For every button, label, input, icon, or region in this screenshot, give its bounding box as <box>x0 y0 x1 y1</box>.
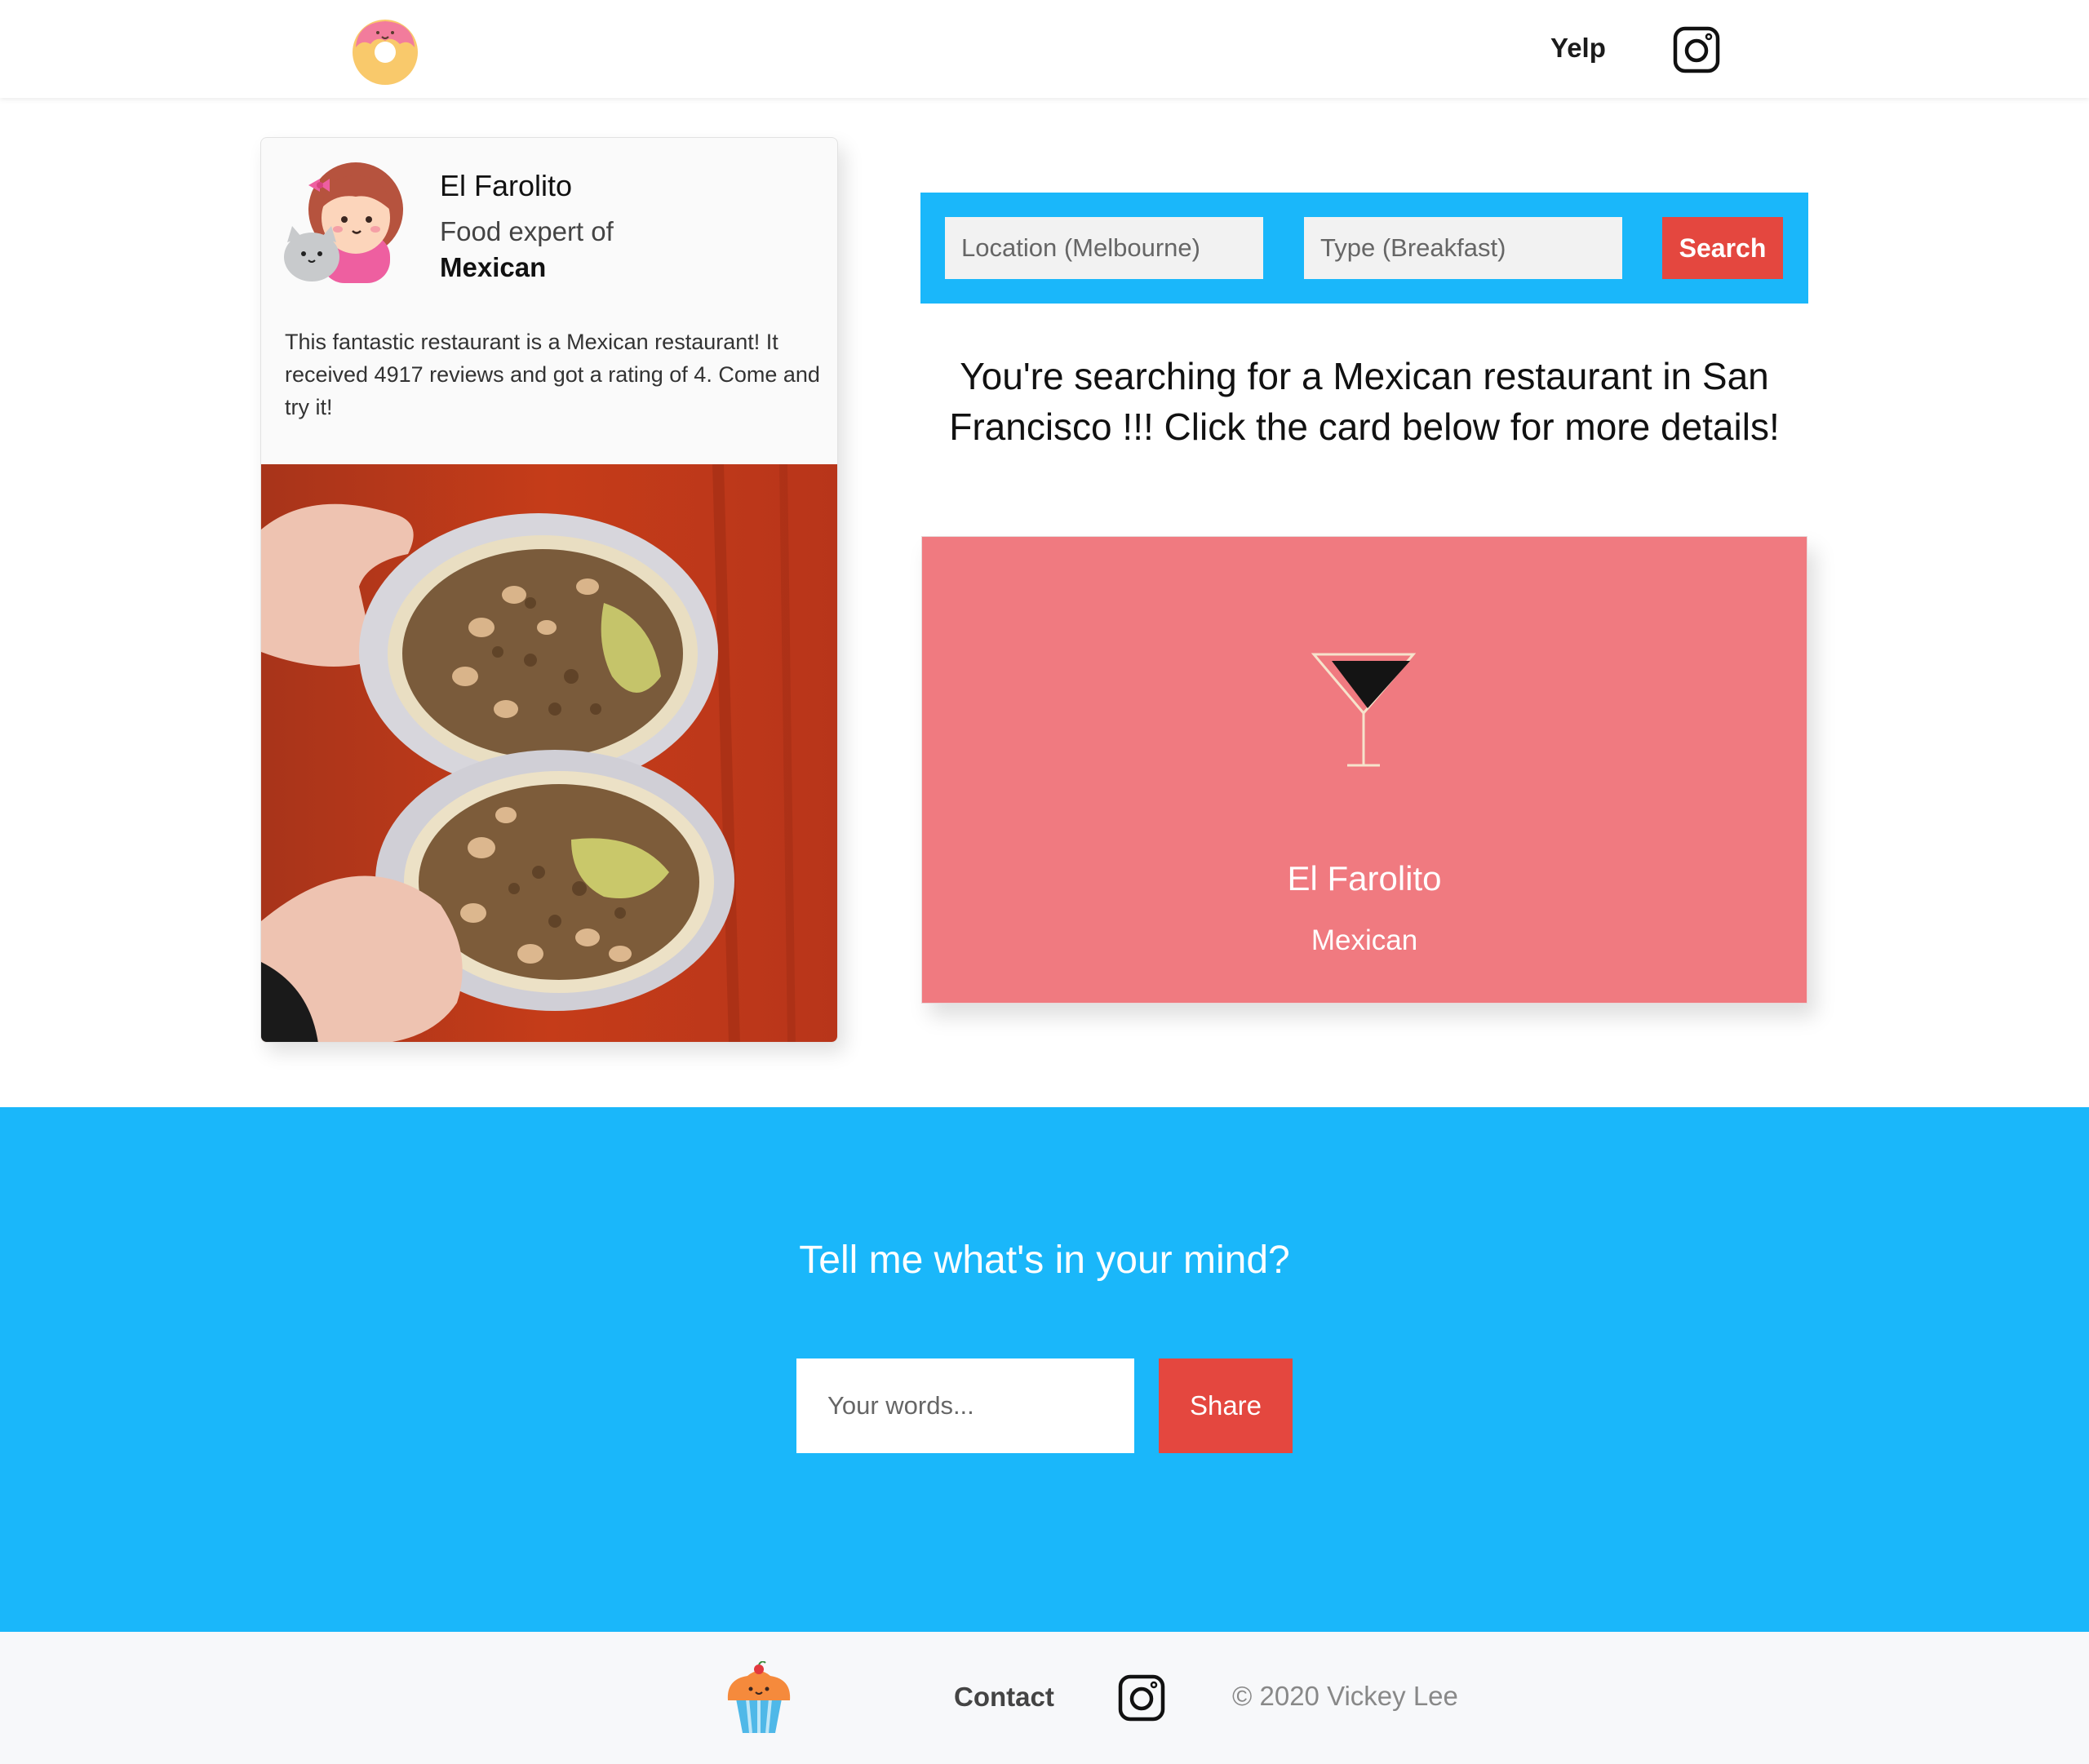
profile-card: El Farolito Food expert of Mexican This … <box>260 137 838 1043</box>
cupcake-icon[interactable] <box>723 1661 795 1735</box>
copyright-text: © 2020 Vickey Lee <box>1232 1681 1458 1711</box>
feedback-title: Tell me what's in your mind? <box>799 1239 1290 1282</box>
type-input[interactable] <box>1304 217 1622 279</box>
donut-logo-icon[interactable] <box>349 15 421 86</box>
burrito-photo <box>261 464 837 1042</box>
instagram-icon[interactable] <box>1118 1674 1165 1722</box>
site-header: Yelp <box>0 0 2089 98</box>
girl-with-cat-avatar <box>284 162 403 283</box>
profile-role: Food expert of <box>440 216 614 246</box>
profile-cuisine: Mexican <box>440 252 547 282</box>
feedback-section: Tell me what's in your mind? Share <box>0 1107 2089 1632</box>
search-button[interactable]: Search <box>1662 217 1783 279</box>
location-input[interactable] <box>945 217 1263 279</box>
profile-description: This fantastic restaurant is a Mexican r… <box>285 330 820 419</box>
instagram-icon[interactable] <box>1673 26 1720 73</box>
cocktail-glass-icon <box>1311 653 1417 767</box>
result-restaurant-cuisine: Mexican <box>1311 924 1418 956</box>
restaurant-result-card[interactable]: El Farolito Mexican <box>921 536 1807 1004</box>
nav-yelp-link[interactable]: Yelp <box>1550 33 1606 64</box>
search-message: You're searching for a Mexican restauran… <box>949 355 1780 448</box>
result-restaurant-name: El Farolito <box>1287 859 1442 898</box>
site-footer: Contact © 2020 Vickey Lee <box>0 1632 2089 1764</box>
search-bar: Search <box>920 193 1808 304</box>
contact-link[interactable]: Contact <box>954 1682 1054 1713</box>
profile-name: El Farolito <box>440 169 573 202</box>
feedback-input[interactable] <box>796 1358 1134 1453</box>
share-button[interactable]: Share <box>1159 1358 1293 1453</box>
